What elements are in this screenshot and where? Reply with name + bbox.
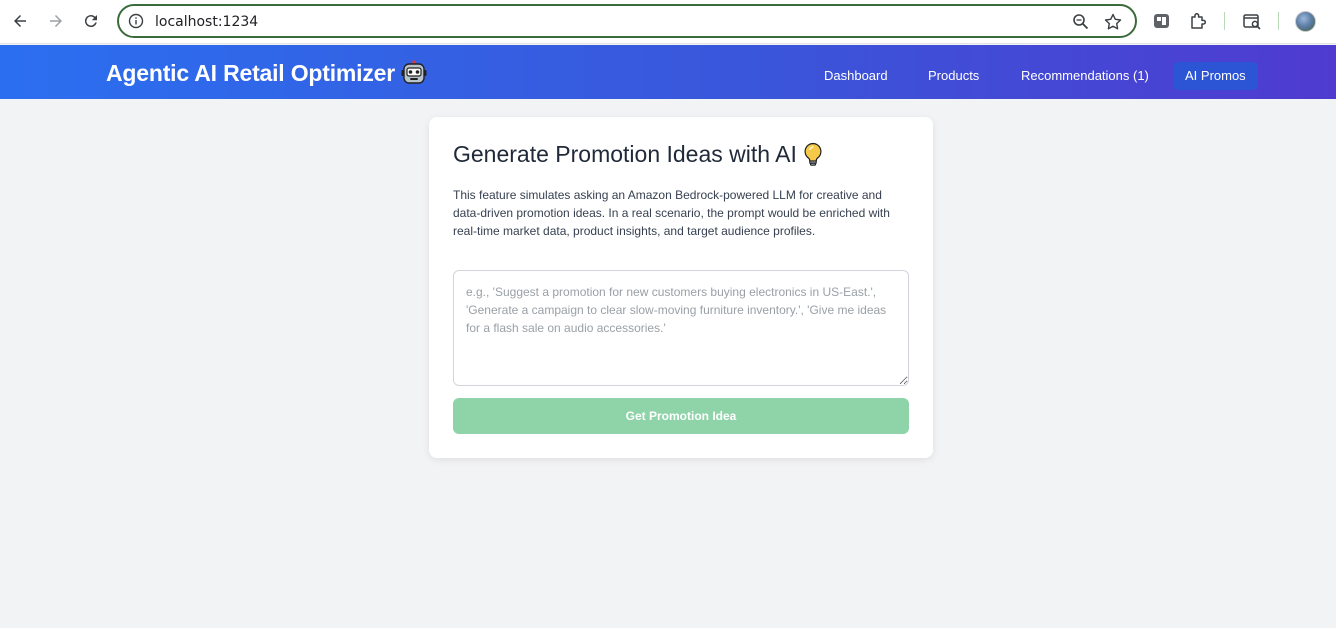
toolbar-divider [1224,12,1225,30]
promotion-prompt-input[interactable] [453,270,909,386]
get-promotion-idea-button[interactable]: Get Promotion Idea [453,398,909,434]
brand-title: Agentic AI Retail Optimizer [106,60,395,86]
toolbar-divider [1278,12,1279,30]
nav-ai-promos[interactable]: AI Promos [1173,62,1258,90]
card-title-row: Generate Promotion Ideas with AI [453,141,823,168]
reload-icon[interactable] [78,8,104,34]
profile-avatar[interactable] [1295,11,1316,32]
address-bar[interactable]: localhost:1234 [117,4,1137,38]
nav-dashboard[interactable]: Dashboard [812,62,900,90]
bookmark-star-icon[interactable] [1103,12,1123,32]
nav-recommendations[interactable]: Recommendations (1) [1009,62,1161,90]
site-info-icon[interactable] [128,13,144,29]
robot-icon [401,60,427,84]
nav-products[interactable]: Products [916,62,991,90]
zoom-icon[interactable] [1071,12,1091,32]
browser-toolbar: localhost:1234 [0,0,1336,44]
promo-card: Generate Promotion Ideas with AI This fe… [429,117,933,458]
tab-search-icon[interactable] [1242,11,1262,31]
page-title: Generate Promotion Ideas with AI [453,141,797,167]
feature-description: This feature simulates asking an Amazon … [453,188,890,238]
forward-arrow-icon[interactable] [43,8,69,34]
back-arrow-icon[interactable] [7,8,33,34]
extension-app-icon[interactable] [1152,11,1172,31]
app-header: Agentic AI Retail Optimizer Dashboard Pr… [0,45,1336,99]
extensions-puzzle-icon[interactable] [1188,11,1208,31]
url-text: localhost:1234 [155,14,259,30]
brand: Agentic AI Retail Optimizer [106,60,427,87]
lightbulb-icon [804,142,822,166]
